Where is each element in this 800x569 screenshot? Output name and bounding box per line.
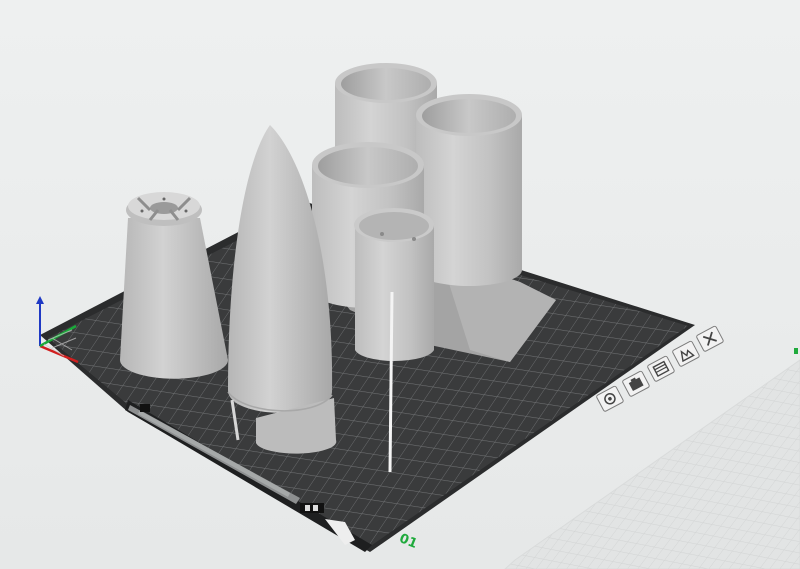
plate-type-indicator bbox=[300, 503, 324, 513]
model-rod[interactable] bbox=[388, 291, 394, 473]
model-tube-front[interactable] bbox=[354, 208, 434, 361]
plate-lock-icon[interactable] bbox=[140, 404, 150, 412]
model-transition-cone[interactable] bbox=[120, 192, 228, 379]
delete-plate-button[interactable] bbox=[696, 325, 724, 352]
plate-number-label: 01 bbox=[397, 531, 419, 552]
arrange-button[interactable] bbox=[622, 370, 650, 397]
scene-canvas[interactable]: 01 bbox=[0, 0, 800, 569]
3d-viewport[interactable]: 01 bbox=[0, 0, 800, 569]
plate-settings-button[interactable] bbox=[672, 340, 700, 367]
slice-plate-button[interactable] bbox=[647, 355, 675, 382]
z-axis-arrow-icon bbox=[36, 296, 44, 304]
secondary-plate-marker-icon bbox=[794, 348, 798, 354]
